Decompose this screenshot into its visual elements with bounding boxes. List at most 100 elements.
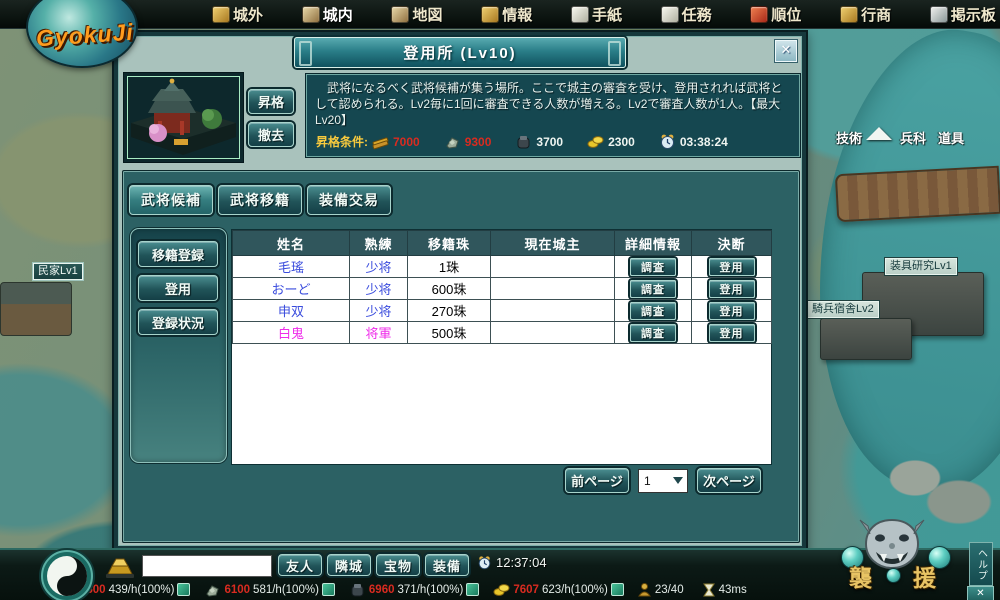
candidate-pearls: 600珠 xyxy=(407,277,491,300)
recruit-row-button[interactable]: 登用 xyxy=(708,301,755,320)
close-icon[interactable]: ✕ xyxy=(775,40,797,62)
storage-icon[interactable] xyxy=(466,583,480,596)
building-description: 武将になるべく武将候補が集う場所。ここで城主の審査を受け、登用されれば武将として… xyxy=(315,81,783,127)
badge-cavalry-lodge-lv2[interactable]: 騎兵宿舎Lv2 xyxy=(806,300,880,319)
recruit-row-button[interactable]: 登用 xyxy=(708,279,755,298)
treasure-button[interactable]: 宝物 xyxy=(376,554,420,576)
tab-equipment-trade[interactable]: 装備交易 xyxy=(307,185,391,215)
col-rank: 熟練 xyxy=(349,230,408,256)
outer-city-icon xyxy=(212,5,230,23)
scroll-up-arrow-icon[interactable] xyxy=(866,127,892,140)
table-row: 白鬼 将軍 500珠 調査 登用 xyxy=(232,321,772,344)
tab-general-transfer[interactable]: 武将移籍 xyxy=(218,185,302,215)
raid-button[interactable]: 襲 xyxy=(849,559,872,593)
storage-icon[interactable] xyxy=(610,583,624,596)
menu-item-inner-city[interactable]: 城内 xyxy=(301,4,353,25)
requirement-lumber: 7000 xyxy=(372,133,420,150)
menu-item-outer-city[interactable]: 城外 xyxy=(212,4,263,25)
iron-icon xyxy=(517,136,530,149)
requirements-label: 昇格条件: xyxy=(316,135,368,149)
page-select[interactable]: 1 xyxy=(638,468,688,493)
investigate-button[interactable]: 調査 xyxy=(630,301,676,320)
col-name: 姓名 xyxy=(232,230,350,256)
server-time: 12:37:04 xyxy=(477,555,547,570)
candidate-table-container: 姓名 熟練 移籍珠 現在城主 詳細情報 決断 毛瑤 少将 1珠 調査 登用 おー… xyxy=(231,229,772,465)
clock-icon xyxy=(478,556,491,570)
chevron-down-icon xyxy=(673,477,683,484)
candidate-name: 毛瑤 xyxy=(232,255,350,278)
window-title-bar: 登用所 (Lv10) xyxy=(294,37,626,68)
menu-item-map[interactable]: 地図 xyxy=(391,4,442,25)
investigate-button[interactable]: 調査 xyxy=(630,257,676,276)
demolish-button[interactable]: 撤去 xyxy=(248,122,294,147)
table-row: おーど 少将 600珠 調査 登用 xyxy=(232,277,772,300)
menu-item-info[interactable]: 情報 xyxy=(481,4,532,25)
candidate-table: 姓名 熟練 移籍珠 現在城主 詳細情報 決断 毛瑤 少将 1珠 調査 登用 おー… xyxy=(232,230,772,344)
stone-resource: 6100 581/h(100%) xyxy=(204,581,335,598)
neighbor-castle-button[interactable]: 隣城 xyxy=(327,554,371,576)
house-building[interactable] xyxy=(0,282,72,336)
col-decision: 決断 xyxy=(691,230,772,256)
requirement-gold: 2300 xyxy=(587,133,635,150)
col-pearls: 移籍珠 xyxy=(407,230,491,256)
requirement-iron: 3700 xyxy=(515,133,563,150)
menu-item-trade[interactable]: 行商 xyxy=(840,4,891,25)
investigate-button[interactable]: 調査 xyxy=(630,279,676,298)
menu-item-ranking[interactable]: 順位 xyxy=(750,4,801,25)
recruit-button[interactable]: 登用 xyxy=(138,275,218,301)
investigate-button[interactable]: 調査 xyxy=(630,323,676,342)
candidate-name: 申双 xyxy=(232,299,350,322)
storage-icon[interactable] xyxy=(321,583,335,596)
hud-label-troops[interactable]: 兵科 xyxy=(900,128,926,147)
candidate-owner xyxy=(490,277,615,300)
next-page-button[interactable]: 次ページ xyxy=(697,468,761,493)
recruit-row-button[interactable]: 登用 xyxy=(708,323,755,342)
help-tab[interactable]: ヘルプ xyxy=(969,542,993,586)
hourglass-icon xyxy=(702,583,715,596)
building-thumbnail xyxy=(123,72,244,163)
pagination: 前ページ 1 次ページ xyxy=(565,468,761,493)
friends-button[interactable]: 友人 xyxy=(278,554,322,576)
equipment-button[interactable]: 装備 xyxy=(425,554,469,576)
population-stat: 23/40 xyxy=(637,582,684,597)
recruitment-office-window: 登用所 (Lv10) ✕ 昇格 撤去 武将になるべく武将候補が集う場所。ここで城… xyxy=(112,30,808,552)
iron-icon xyxy=(351,584,364,597)
candidate-owner xyxy=(490,299,615,322)
trade-icon xyxy=(840,5,859,23)
registration-status-button[interactable]: 登録状況 xyxy=(138,309,218,335)
help-close-icon[interactable]: ✕ xyxy=(967,586,994,600)
candidate-name: おーど xyxy=(232,277,350,300)
tab-general-candidates[interactable]: 武将候補 xyxy=(129,185,213,215)
badge-equip-research-lv1[interactable]: 装具研究Lv1 xyxy=(884,257,958,276)
col-owner: 現在城主 xyxy=(490,230,615,256)
hud-label-tools[interactable]: 道具 xyxy=(938,128,964,147)
candidate-rank: 将軍 xyxy=(349,321,408,344)
badge-house-lv1[interactable]: 民家Lv1 xyxy=(32,262,84,281)
candidate-owner xyxy=(490,255,615,278)
menu-item-quest[interactable]: 任務 xyxy=(660,4,712,25)
cavalry-barracks-building[interactable] xyxy=(820,318,912,360)
taiji-orb-icon[interactable] xyxy=(38,547,96,600)
table-row: 毛瑤 少将 1珠 調査 登用 xyxy=(232,255,772,278)
storage-icon[interactable] xyxy=(177,583,191,596)
candidate-pearls: 500珠 xyxy=(407,321,491,344)
building-illustration xyxy=(131,78,236,155)
candidate-rank: 少将 xyxy=(349,277,408,300)
prev-page-button[interactable]: 前ページ xyxy=(565,468,629,493)
info-icon xyxy=(481,5,500,23)
recruit-row-button[interactable]: 登用 xyxy=(708,257,755,276)
transfer-register-button[interactable]: 移籍登録 xyxy=(138,241,218,267)
upgrade-button[interactable]: 昇格 xyxy=(248,89,294,114)
menu-item-letter[interactable]: 手紙 xyxy=(570,4,622,25)
gold-icon xyxy=(587,136,604,148)
stone-icon xyxy=(206,585,220,597)
population-icon xyxy=(637,582,651,596)
top-menu-bar: 城外 城内 地図 情報 手紙 任務 順位 行商 掲示板 xyxy=(0,0,1000,29)
menu-item-board[interactable]: 掲示板 xyxy=(929,4,996,25)
table-header-row: 姓名 熟練 移籍珠 現在城主 詳細情報 決断 xyxy=(232,230,772,256)
gold-ingot-icon[interactable] xyxy=(104,554,136,580)
window-title: 登用所 (Lv10) xyxy=(403,45,517,62)
stone-icon xyxy=(446,137,459,149)
hud-label-technology[interactable]: 技術 xyxy=(836,128,862,147)
assist-button[interactable]: 援 xyxy=(913,559,936,593)
